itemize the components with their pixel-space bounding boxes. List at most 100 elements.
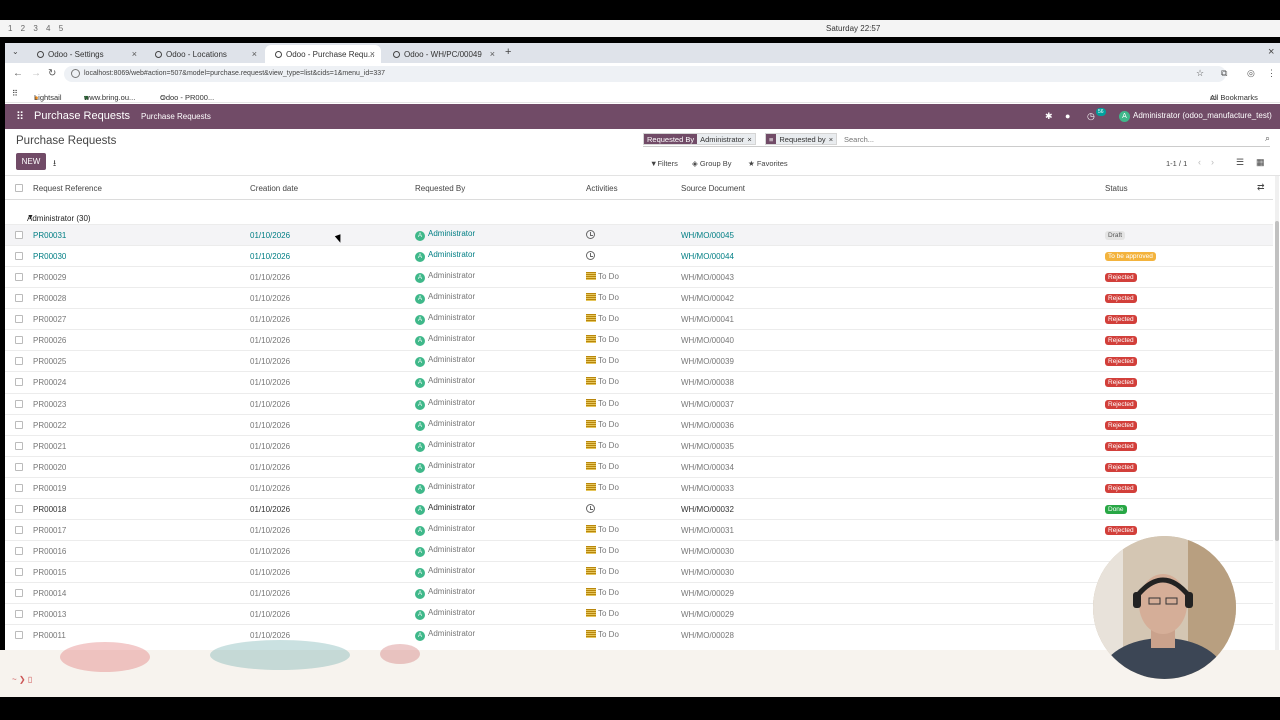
row-checkbox[interactable] xyxy=(15,631,23,639)
request-reference-cell[interactable]: PR00029 xyxy=(33,273,66,282)
activity-cell[interactable]: To Do xyxy=(586,335,619,344)
url-input[interactable]: localhost:8069/web#action=507&model=purc… xyxy=(64,66,1226,82)
activity-cell[interactable]: To Do xyxy=(586,399,619,408)
col-creation-date[interactable]: Creation date xyxy=(250,184,298,193)
table-row[interactable]: PR00021 01/10/2026 A Administrator To Do WH/M… xyxy=(5,435,1273,456)
requested-by-cell[interactable]: A Administrator xyxy=(415,566,475,578)
requested-by-cell[interactable]: A Administrator xyxy=(415,440,475,452)
activity-cell[interactable] xyxy=(586,251,595,262)
forward-arrow-icon[interactable]: → xyxy=(31,68,41,79)
groupby-toggle[interactable]: ◈ Group By xyxy=(692,159,732,168)
activity-cell[interactable]: To Do xyxy=(586,356,619,365)
table-row[interactable]: PR00013 01/10/2026 A Administrator To Do WH/M… xyxy=(5,603,1273,624)
source-document-cell[interactable]: WH/MO/00032 xyxy=(681,505,734,514)
table-row[interactable]: PR00017 01/10/2026 A Administrator To Do WH/M… xyxy=(5,519,1273,540)
creation-date-cell[interactable]: 01/10/2026 xyxy=(250,252,290,261)
search-icon[interactable]: ⌕ xyxy=(1265,133,1270,144)
pager-value[interactable]: 1-1 / 1 xyxy=(1166,159,1187,168)
source-document-cell[interactable]: WH/MO/00045 xyxy=(681,231,734,240)
source-document-cell[interactable]: WH/MO/00030 xyxy=(681,568,734,577)
request-reference-cell[interactable]: PR00025 xyxy=(33,357,66,366)
request-reference-cell[interactable]: PR00019 xyxy=(33,484,66,493)
close-tab-icon[interactable]: × xyxy=(132,49,137,59)
bookmark-star-icon[interactable]: ☆ xyxy=(1196,68,1204,79)
request-reference-cell[interactable]: PR00027 xyxy=(33,315,66,324)
request-reference-cell[interactable]: PR00017 xyxy=(33,526,66,535)
requested-by-cell[interactable]: A Administrator xyxy=(415,419,475,431)
tab-odoo-purchase-requests[interactable]: Odoo - Purchase Requ... × xyxy=(265,45,381,63)
source-document-cell[interactable]: WH/MO/00029 xyxy=(681,610,734,619)
creation-date-cell[interactable]: 01/10/2026 xyxy=(250,547,290,556)
row-checkbox[interactable] xyxy=(15,273,23,281)
vertical-scrollbar[interactable] xyxy=(1275,176,1279,650)
activity-cell[interactable]: To Do xyxy=(586,377,619,386)
request-reference-cell[interactable]: PR00013 xyxy=(33,610,66,619)
table-row[interactable]: PR00019 01/10/2026 A Administrator To Do WH/M… xyxy=(5,477,1273,498)
requested-by-cell[interactable]: A Administrator xyxy=(415,250,475,262)
group-header-administrator[interactable]: ▼ Administrator (30) xyxy=(5,204,1273,223)
request-reference-cell[interactable]: PR00014 xyxy=(33,589,66,598)
table-row[interactable]: PR00028 01/10/2026 A Administrator To Do WH/M… xyxy=(5,287,1273,308)
col-source-document[interactable]: Source Document xyxy=(681,184,745,193)
remove-facet-icon[interactable]: × xyxy=(747,135,754,144)
apps-grid-icon[interactable]: ⠿ xyxy=(12,89,18,98)
requested-by-cell[interactable]: A Administrator xyxy=(415,271,475,283)
requested-by-cell[interactable]: A Administrator xyxy=(415,398,475,410)
activity-cell[interactable]: To Do xyxy=(586,525,619,534)
activity-cell[interactable]: To Do xyxy=(586,567,619,576)
requested-by-cell[interactable]: A Administrator xyxy=(415,524,475,536)
chat-icon[interactable]: ● xyxy=(1065,111,1070,121)
row-checkbox[interactable] xyxy=(15,378,23,386)
table-row[interactable]: PR00030 01/10/2026 A Administrator WH/MO/000… xyxy=(5,245,1273,266)
search-input[interactable] xyxy=(844,133,1244,145)
source-document-cell[interactable]: WH/MO/00041 xyxy=(681,315,734,324)
tab-odoo-settings[interactable]: Odoo - Settings × xyxy=(27,45,143,63)
activity-cell[interactable] xyxy=(586,230,595,241)
source-document-cell[interactable]: WH/MO/00044 xyxy=(681,252,734,261)
creation-date-cell[interactable]: 01/10/2026 xyxy=(250,631,290,640)
requested-by-cell[interactable]: A Administrator xyxy=(415,482,475,494)
activity-cell[interactable]: To Do xyxy=(586,588,619,597)
request-reference-cell[interactable]: PR00018 xyxy=(33,505,66,514)
source-document-cell[interactable]: WH/MO/00040 xyxy=(681,336,734,345)
row-checkbox[interactable] xyxy=(15,252,23,260)
favorites-toggle[interactable]: ★ Favorites xyxy=(748,159,788,168)
source-document-cell[interactable]: WH/MO/00038 xyxy=(681,378,734,387)
creation-date-cell[interactable]: 01/10/2026 xyxy=(250,610,290,619)
activity-cell[interactable]: To Do xyxy=(586,609,619,618)
col-status[interactable]: Status xyxy=(1105,184,1128,193)
row-checkbox[interactable] xyxy=(15,484,23,492)
row-checkbox[interactable] xyxy=(15,568,23,576)
activity-cell[interactable]: To Do xyxy=(586,420,619,429)
table-row[interactable]: PR00020 01/10/2026 A Administrator To Do WH/M… xyxy=(5,456,1273,477)
source-document-cell[interactable]: WH/MO/00037 xyxy=(681,400,734,409)
close-tab-icon[interactable]: × xyxy=(490,49,495,59)
requested-by-cell[interactable]: A Administrator xyxy=(415,629,475,641)
pager-prev-icon[interactable]: ‹ xyxy=(1198,157,1201,167)
col-activities[interactable]: Activities xyxy=(586,184,618,193)
app-name[interactable]: Purchase Requests xyxy=(34,110,130,122)
creation-date-cell[interactable]: 01/10/2026 xyxy=(250,484,290,493)
row-checkbox[interactable] xyxy=(15,315,23,323)
pager-next-icon[interactable]: › xyxy=(1211,157,1214,167)
workspace-indicator[interactable]: 1 2 3 4 5 xyxy=(8,24,66,33)
back-arrow-icon[interactable]: ← xyxy=(13,68,23,79)
activity-cell[interactable]: To Do xyxy=(586,272,619,281)
row-checkbox[interactable] xyxy=(15,610,23,618)
bug-icon[interactable]: ✱ xyxy=(1045,111,1053,122)
creation-date-cell[interactable]: 01/10/2026 xyxy=(250,568,290,577)
source-document-cell[interactable]: WH/MO/00034 xyxy=(681,463,734,472)
table-row[interactable]: PR00027 01/10/2026 A Administrator To Do WH/M… xyxy=(5,308,1273,329)
request-reference-cell[interactable]: PR00011 xyxy=(33,631,66,640)
creation-date-cell[interactable]: 01/10/2026 xyxy=(250,589,290,598)
source-document-cell[interactable]: WH/MO/00030 xyxy=(681,547,734,556)
table-row[interactable]: PR00011 01/10/2026 A Administrator To Do WH/M… xyxy=(5,624,1273,645)
requested-by-cell[interactable]: A Administrator xyxy=(415,376,475,388)
tab-odoo-wh-pc[interactable]: Odoo - WH/PC/00049 × xyxy=(383,45,501,63)
table-row[interactable]: PR00025 01/10/2026 A Administrator To Do WH/M… xyxy=(5,350,1273,371)
new-button[interactable]: NEW xyxy=(16,153,46,170)
row-checkbox[interactable] xyxy=(15,505,23,513)
creation-date-cell[interactable]: 01/10/2026 xyxy=(250,378,290,387)
creation-date-cell[interactable]: 01/10/2026 xyxy=(250,231,290,240)
close-tab-icon[interactable]: × xyxy=(252,49,257,59)
